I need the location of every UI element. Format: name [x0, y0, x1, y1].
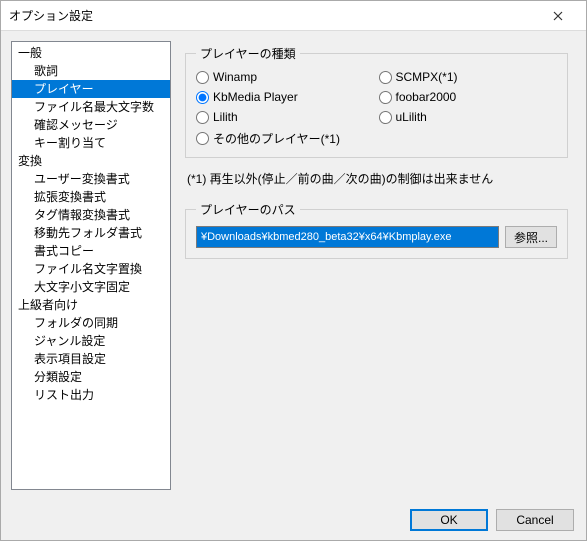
category-tree[interactable]: 一般歌詞プレイヤーファイル名最大文字数確認メッセージキー割り当て変換ユーザー変換… — [11, 41, 171, 490]
tree-item[interactable]: ユーザー変換書式 — [12, 170, 170, 188]
player-type-option[interactable]: Lilith — [196, 110, 375, 124]
tree-item[interactable]: ファイル名文字置換 — [12, 260, 170, 278]
player-type-label: SCMPX(*1) — [396, 70, 458, 84]
player-type-label: KbMedia Player — [213, 90, 298, 104]
tree-item[interactable]: 分類設定 — [12, 368, 170, 386]
player-type-radio[interactable] — [196, 111, 209, 124]
player-type-radio[interactable] — [379, 111, 392, 124]
player-type-legend: プレイヤーの種類 — [196, 45, 300, 62]
player-type-option[interactable]: Winamp — [196, 70, 375, 84]
close-icon — [553, 11, 563, 21]
player-type-note: (*1) 再生以外(停止／前の曲／次の曲)の制御は出来ません — [187, 170, 566, 187]
player-type-option[interactable]: uLilith — [379, 110, 558, 124]
player-type-option[interactable]: その他のプレイヤー(*1) — [196, 130, 375, 147]
close-button[interactable] — [538, 2, 578, 30]
tree-group[interactable]: 一般 — [12, 44, 170, 62]
tree-item[interactable]: 書式コピー — [12, 242, 170, 260]
window-title: オプション設定 — [9, 7, 538, 24]
tree-item[interactable]: キー割り当て — [12, 134, 170, 152]
player-type-radio[interactable] — [379, 91, 392, 104]
player-type-option[interactable]: KbMedia Player — [196, 90, 375, 104]
player-type-group: プレイヤーの種類 Winamp SCMPX(*1) KbMedia Player fo… — [185, 45, 568, 158]
tree-item[interactable]: ジャンル設定 — [12, 332, 170, 350]
cancel-button[interactable]: Cancel — [496, 509, 574, 531]
settings-panel: プレイヤーの種類 Winamp SCMPX(*1) KbMedia Player fo… — [181, 41, 576, 490]
player-type-option[interactable]: foobar2000 — [379, 90, 558, 104]
player-type-label: uLilith — [396, 110, 427, 124]
tree-item[interactable]: フォルダの同期 — [12, 314, 170, 332]
player-type-radio[interactable] — [379, 71, 392, 84]
player-type-label: Lilith — [213, 110, 238, 124]
dialog-body: 一般歌詞プレイヤーファイル名最大文字数確認メッセージキー割り当て変換ユーザー変換… — [1, 31, 586, 500]
tree-group[interactable]: 変換 — [12, 152, 170, 170]
player-type-option[interactable]: SCMPX(*1) — [379, 70, 558, 84]
tree-item[interactable]: 歌詞 — [12, 62, 170, 80]
tree-item[interactable]: プレイヤー — [12, 80, 170, 98]
player-type-label: Winamp — [213, 70, 257, 84]
dialog-footer: OK Cancel — [1, 500, 586, 540]
player-type-radio[interactable] — [196, 132, 209, 145]
player-type-radios: Winamp SCMPX(*1) KbMedia Player foobar2000 L… — [196, 70, 557, 147]
tree-item[interactable]: 確認メッセージ — [12, 116, 170, 134]
ok-button[interactable]: OK — [410, 509, 488, 531]
tree-item[interactable]: タグ情報変換書式 — [12, 206, 170, 224]
player-path-legend: プレイヤーのパス — [196, 201, 300, 218]
tree-item[interactable]: リスト出力 — [12, 386, 170, 404]
titlebar: オプション設定 — [1, 1, 586, 31]
browse-button[interactable]: 参照... — [505, 226, 557, 248]
player-type-label: その他のプレイヤー(*1) — [213, 130, 340, 147]
tree-item[interactable]: ファイル名最大文字数 — [12, 98, 170, 116]
player-type-radio[interactable] — [196, 71, 209, 84]
tree-item[interactable]: 表示項目設定 — [12, 350, 170, 368]
tree-item[interactable]: 移動先フォルダ書式 — [12, 224, 170, 242]
player-path-row: 参照... — [196, 226, 557, 248]
tree-item[interactable]: 拡張変換書式 — [12, 188, 170, 206]
player-path-group: プレイヤーのパス 参照... — [185, 201, 568, 259]
dialog-window: オプション設定 一般歌詞プレイヤーファイル名最大文字数確認メッセージキー割り当て… — [0, 0, 587, 541]
player-type-label: foobar2000 — [396, 90, 457, 104]
tree-group[interactable]: 上級者向け — [12, 296, 170, 314]
tree-item[interactable]: 大文字小文字固定 — [12, 278, 170, 296]
player-type-radio[interactable] — [196, 91, 209, 104]
player-path-input[interactable] — [196, 226, 499, 248]
